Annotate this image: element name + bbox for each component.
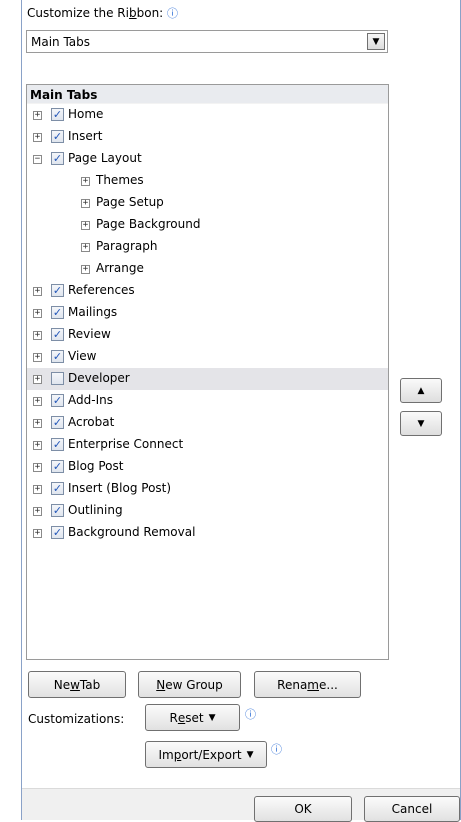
expand-icon[interactable]: +: [33, 111, 42, 120]
expand-icon[interactable]: +: [81, 221, 90, 230]
arrow-up-icon: ▲: [417, 385, 425, 396]
expand-icon[interactable]: +: [81, 199, 90, 208]
tree-item[interactable]: + ✓ Enterprise Connect: [27, 434, 388, 456]
new-group-button[interactable]: New Group: [138, 671, 241, 698]
tree-item[interactable]: + ✓ References: [27, 280, 388, 302]
checkbox[interactable]: ✓: [51, 284, 64, 297]
tree-item[interactable]: + ✓ View: [27, 346, 388, 368]
tree-item-label: Insert: [68, 129, 103, 143]
expand-icon[interactable]: +: [81, 265, 90, 274]
expand-icon[interactable]: +: [33, 309, 42, 318]
tree-item[interactable]: + ✓ Mailings: [27, 302, 388, 324]
tree-item-label: Background Removal: [68, 525, 196, 539]
collapse-icon[interactable]: −: [33, 155, 42, 164]
rename-button[interactable]: Rena m e...: [254, 671, 361, 698]
tree-item-label: References: [68, 283, 135, 297]
tree-item[interactable]: + Page Background: [27, 214, 388, 236]
ribbon-tabs-dropdown[interactable]: Main Tabs ▼: [26, 30, 388, 53]
chevron-down-icon: ▼: [208, 712, 216, 723]
checkbox[interactable]: ✓: [51, 108, 64, 121]
tree-item[interactable]: + ✓ Insert (Blog Post): [27, 478, 388, 500]
checkbox[interactable]: ✓: [51, 460, 64, 473]
checkbox[interactable]: ✓: [51, 130, 64, 143]
expand-icon[interactable]: +: [33, 507, 42, 516]
expand-icon[interactable]: +: [81, 243, 90, 252]
new-tab-button[interactable]: Ne w Tab: [28, 671, 126, 698]
move-up-button[interactable]: ▲: [400, 378, 442, 403]
customize-ribbon-label: Customize the Ribbon: ⓘ: [27, 5, 179, 21]
checkbox[interactable]: ✓: [51, 350, 64, 363]
tree-item-label: Themes: [96, 173, 144, 187]
checkbox[interactable]: ✓: [51, 482, 64, 495]
tree-item-label: Arrange: [96, 261, 144, 275]
tree-item-label: Home: [68, 107, 104, 121]
move-down-button[interactable]: ▼: [400, 411, 442, 436]
tree-item[interactable]: + Paragraph: [27, 236, 388, 258]
tree-item[interactable]: + ✓ Insert: [27, 126, 388, 148]
checkbox[interactable]: ✓: [51, 394, 64, 407]
tree-item[interactable]: + Themes: [27, 170, 388, 192]
checkbox[interactable]: ✓: [51, 306, 64, 319]
ok-button[interactable]: OK: [254, 796, 352, 822]
tree-item-label: Mailings: [68, 305, 118, 319]
tree-item-label: Paragraph: [96, 239, 158, 253]
tree-item-label: Enterprise Connect: [68, 437, 184, 451]
expand-icon[interactable]: +: [81, 177, 90, 186]
tree-item-label: Add-Ins: [68, 393, 113, 407]
info-icon[interactable]: ⓘ: [167, 5, 178, 21]
ribbon-tree[interactable]: Main Tabs + ✓ Home + ✓ Insert − ✓ Page Layout + Th…: [26, 84, 389, 660]
tree-item-label: Page Layout: [68, 151, 142, 165]
tree-item[interactable]: + ✓ Add-Ins: [27, 390, 388, 412]
tree-item-label: Review: [68, 327, 111, 341]
checkbox[interactable]: ✓: [51, 504, 64, 517]
tree-item[interactable]: + Page Setup: [27, 192, 388, 214]
dropdown-value: Main Tabs: [31, 35, 91, 49]
tree-item-label: Developer: [68, 371, 130, 385]
checkbox[interactable]: ✓: [51, 152, 64, 165]
checkbox[interactable]: ✓: [51, 526, 64, 539]
tree-item[interactable]: + ✓ Background Removal: [27, 522, 388, 544]
tree-item-label: Page Background: [96, 217, 201, 231]
expand-icon[interactable]: +: [33, 485, 42, 494]
checkbox[interactable]: ✓: [51, 328, 64, 341]
info-icon[interactable]: ⓘ: [271, 741, 282, 757]
expand-icon[interactable]: +: [33, 353, 42, 362]
expand-icon[interactable]: +: [33, 287, 42, 296]
cancel-button[interactable]: Cancel: [364, 796, 460, 822]
checkbox[interactable]: ✓: [51, 416, 64, 429]
customizations-label: Customizations:: [28, 712, 125, 726]
info-icon[interactable]: ⓘ: [245, 706, 256, 722]
checkbox[interactable]: [51, 372, 64, 385]
tree-item[interactable]: + ✓ Outlining: [27, 500, 388, 522]
expand-icon[interactable]: +: [33, 375, 42, 384]
expand-icon[interactable]: +: [33, 397, 42, 406]
tree-item[interactable]: − ✓ Page Layout: [27, 148, 388, 170]
expand-icon[interactable]: +: [33, 463, 42, 472]
tree-item-label: View: [68, 349, 97, 363]
tree-item[interactable]: + ✓ Review: [27, 324, 388, 346]
arrow-down-icon: ▼: [417, 418, 425, 429]
tree-item-label: Blog Post: [68, 459, 124, 473]
tree-item[interactable]: + Arrange: [27, 258, 388, 280]
tree-item-label: Outlining: [68, 503, 123, 517]
chevron-down-icon[interactable]: ▼: [367, 33, 385, 50]
tree-item[interactable]: + ✓ Home: [27, 104, 388, 126]
expand-icon[interactable]: +: [33, 331, 42, 340]
checkbox[interactable]: ✓: [51, 438, 64, 451]
expand-icon[interactable]: +: [33, 529, 42, 538]
tree-item[interactable]: + ✓ Acrobat: [27, 412, 388, 434]
tree-item-label: Insert (Blog Post): [68, 481, 172, 495]
expand-icon[interactable]: +: [33, 133, 42, 142]
tree-item[interactable]: + ✓ Blog Post: [27, 456, 388, 478]
tree-item[interactable]: + Developer: [27, 368, 388, 390]
expand-icon[interactable]: +: [33, 419, 42, 428]
tree-item-label: Page Setup: [96, 195, 164, 209]
reset-button[interactable]: Re set ▼: [145, 704, 240, 731]
import-export-button[interactable]: Im p ort/Export ▼: [145, 741, 267, 768]
tree-item-label: Acrobat: [68, 415, 115, 429]
tree-header: Main Tabs: [27, 85, 388, 104]
expand-icon[interactable]: +: [33, 441, 42, 450]
chevron-down-icon: ▼: [246, 749, 254, 760]
